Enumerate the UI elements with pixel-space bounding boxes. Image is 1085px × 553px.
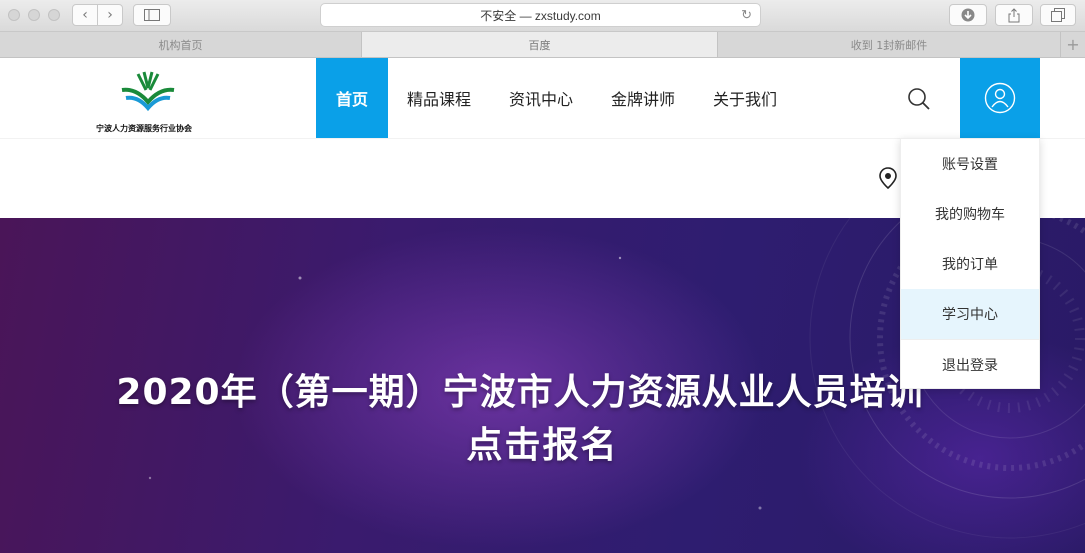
tab-baidu[interactable]: 百度 (362, 32, 718, 57)
browser-toolbar: ‹ › 不安全 — zxstudy.com ↻ (0, 0, 1085, 32)
zoom-window-button[interactable] (48, 9, 60, 21)
share-icon (1008, 7, 1020, 22)
menu-item-shopping-cart[interactable]: 我的购物车 (901, 189, 1039, 239)
tabs-overview-button[interactable] (1040, 4, 1076, 26)
search-icon (908, 88, 930, 110)
hero-title: 2020年（第一期）宁波市人力资源从业人员培训 (116, 372, 924, 413)
close-window-button[interactable] (8, 9, 20, 21)
user-button[interactable] (960, 58, 1040, 138)
tab-label: 收到 1封新邮件 (850, 38, 928, 52)
address-text: 不安全 — zxstudy.com (480, 8, 601, 23)
search-button[interactable] (906, 86, 932, 112)
tab-mail[interactable]: 收到 1封新邮件 (718, 32, 1061, 57)
location-pin-icon[interactable] (878, 167, 898, 189)
nav-home[interactable]: 首页 (316, 58, 388, 138)
tabs-icon (1051, 8, 1065, 22)
menu-item-my-orders[interactable]: 我的订单 (901, 239, 1039, 289)
forward-button[interactable]: › (97, 4, 123, 26)
nav-courses[interactable]: 精品课程 (388, 58, 490, 138)
nav-label: 资讯中心 (509, 90, 574, 109)
tab-label: 机构首页 (158, 38, 203, 52)
nav-news[interactable]: 资讯中心 (490, 58, 592, 138)
menu-item-label: 我的订单 (942, 257, 998, 273)
address-bar[interactable]: 不安全 — zxstudy.com ↻ (320, 3, 761, 27)
download-icon (961, 8, 975, 22)
chevron-right-icon: › (107, 7, 113, 23)
menu-item-label: 学习中心 (942, 307, 998, 323)
new-tab-button[interactable]: + (1061, 32, 1085, 57)
tab-label: 百度 (528, 38, 551, 52)
minimize-window-button[interactable] (28, 9, 40, 21)
logo-mark-icon (121, 71, 175, 112)
sidebar-icon (144, 9, 160, 21)
menu-item-learning-center[interactable]: 学习中心 (901, 289, 1039, 339)
sidebar-button[interactable] (133, 4, 171, 26)
user-dropdown-menu: 账号设置 我的购物车 我的订单 学习中心 退出登录 (900, 138, 1040, 389)
menu-item-label: 账号设置 (942, 157, 998, 173)
nav-label: 精品课程 (407, 90, 472, 109)
downloads-button[interactable] (949, 4, 987, 26)
menu-item-label: 退出登录 (942, 357, 998, 374)
site-logo[interactable]: 宁波人力资源服务行业协会 (96, 70, 196, 133)
menu-item-logout[interactable]: 退出登录 (901, 339, 1039, 389)
nav-label: 首页 (335, 90, 368, 109)
register-cta[interactable]: 点击报名 (0, 416, 1085, 468)
menu-item-account-settings[interactable]: 账号设置 (901, 139, 1039, 189)
nav-label: 关于我们 (713, 90, 778, 109)
share-button[interactable] (995, 4, 1033, 26)
user-icon (984, 82, 1016, 114)
nav-about[interactable]: 关于我们 (694, 58, 796, 138)
tab-institution-home[interactable]: 机构首页 (0, 32, 362, 57)
nav-label: 金牌讲师 (611, 90, 676, 109)
tab-bar: 机构首页 百度 收到 1封新邮件 + (0, 32, 1085, 58)
menu-item-label: 我的购物车 (935, 207, 1005, 223)
chevron-left-icon: ‹ (82, 7, 88, 23)
nav-teachers[interactable]: 金牌讲师 (592, 58, 694, 138)
back-button[interactable]: ‹ (72, 4, 98, 26)
site-header: 宁波人力资源服务行业协会 首页 精品课程 资讯中心 金牌讲师 关于我们 (0, 58, 1085, 138)
logo-text: 宁波人力资源服务行业协会 (96, 123, 192, 133)
plus-icon: + (1066, 35, 1080, 54)
main-nav: 首页 精品课程 资讯中心 金牌讲师 关于我们 (316, 58, 796, 138)
reload-icon[interactable]: ↻ (741, 7, 752, 23)
